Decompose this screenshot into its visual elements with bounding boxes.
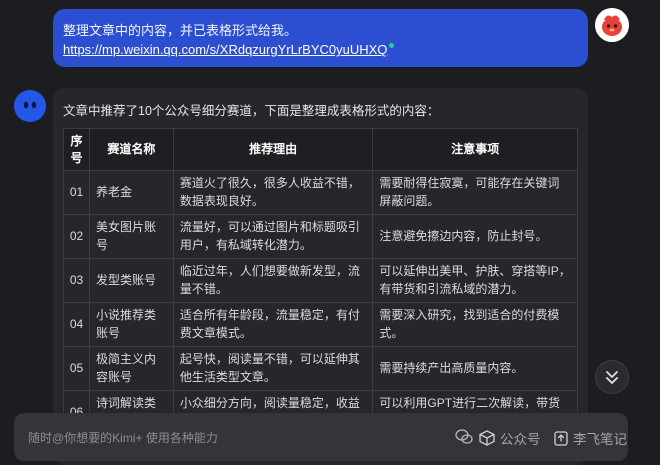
kimi-face-icon (14, 90, 46, 122)
table-row: 04 小说推荐类账号 适合所有年龄段，流量稳定，有付费文章模式。 需要深入研究，… (63, 302, 578, 347)
cell-reason: 起号快，阅读量不错，可以延伸其他生活类型文章。 (172, 346, 374, 391)
table-row: 01 养老金 赛道火了很久，很多人收益不错，数据表现良好。 需要耐得住寂寞，可能… (63, 170, 578, 215)
table-row: 02 美女图片账号 流量好，可以通过图片和标题吸引用户，有私域转化潜力。 注意避… (63, 214, 578, 259)
cell-notes: 需要持续产出高质量内容。 (372, 346, 578, 391)
cell-notes: 需要深入研究，找到适合的付费模式。 (372, 302, 578, 347)
upload-icon[interactable] (552, 429, 570, 447)
watermark-source: 公众号 (500, 432, 541, 447)
assistant-message: 文章中推荐了10个公众号细分赛道，下面是整理成表格形式的内容： 序号 赛道名称 … (53, 88, 588, 465)
cell-track: 美女图片账号 (88, 214, 174, 259)
header-reason: 推荐理由 (172, 128, 374, 171)
cell-reason: 临近过年，人们想要做新发型，流量不错。 (172, 258, 374, 303)
user-message-bubble: 整理文章中的内容，并已表格形式给我。 https://mp.weixin.qq.… (53, 9, 588, 67)
user-avatar-image (595, 8, 629, 42)
cell-index: 04 (63, 302, 90, 347)
kimi-avatar (14, 90, 46, 122)
link-status-dot (389, 43, 395, 48)
table-header-row: 序号 赛道名称 推荐理由 注意事项 (63, 128, 578, 171)
cell-notes: 需要耐得住寂寞，可能存在关键词屏蔽问题。 (372, 170, 578, 215)
cell-track: 发型类账号 (88, 258, 174, 303)
article-link[interactable]: https://mp.weixin.qq.com/s/XRdqzurgYrLrB… (63, 42, 387, 57)
user-avatar[interactable] (595, 8, 629, 42)
header-index: 序号 (63, 128, 90, 171)
scroll-to-bottom-button[interactable] (595, 360, 629, 394)
assistant-intro-text: 文章中推荐了10个公众号细分赛道，下面是整理成表格形式的内容： (63, 104, 440, 118)
cell-track: 小说推荐类账号 (88, 302, 174, 347)
cell-reason: 赛道火了很久，很多人收益不错，数据表现良好。 (172, 170, 374, 215)
cell-index: 02 (63, 214, 90, 259)
cell-reason: 流量好，可以通过图片和标题吸引用户，有私域转化潜力。 (172, 214, 374, 259)
table-row: 03 发型类账号 临近过年，人们想要做新发型，流量不错。 可以延伸出美甲、护肤、… (63, 258, 578, 303)
cell-index: 03 (63, 258, 90, 303)
wechat-icon (455, 429, 473, 444)
cell-track: 极简主义内容账号 (88, 346, 174, 391)
cube-icon[interactable] (478, 429, 496, 447)
chat-input-placeholder: 随时@你想要的Kimi+ 使用各种能力 (28, 431, 218, 445)
user-message-text: 整理文章中的内容，并已表格形式给我。 (63, 23, 298, 38)
cell-index: 01 (63, 170, 90, 215)
cell-track: 养老金 (88, 170, 174, 215)
watermark-author: 李飞笔记 (573, 432, 627, 447)
cell-reason: 适合所有年龄段，流量稳定，有付费文章模式。 (172, 302, 374, 347)
table-row: 05 极简主义内容账号 起号快，阅读量不错，可以延伸其他生活类型文章。 需要持续… (63, 346, 578, 391)
double-chevron-down-icon (606, 371, 618, 384)
header-notes: 注意事项 (372, 128, 578, 171)
cell-index: 05 (63, 346, 90, 391)
cell-notes: 注意避免擦边内容，防止封号。 (372, 214, 578, 259)
cell-notes: 可以延伸出美甲、护肤、穿搭等IP，有带货和引流私域的潜力。 (372, 258, 578, 303)
header-track: 赛道名称 (88, 128, 174, 171)
result-table: 序号 赛道名称 推荐理由 注意事项 01 养老金 赛道火了很久，很多人收益不错，… (63, 128, 578, 435)
